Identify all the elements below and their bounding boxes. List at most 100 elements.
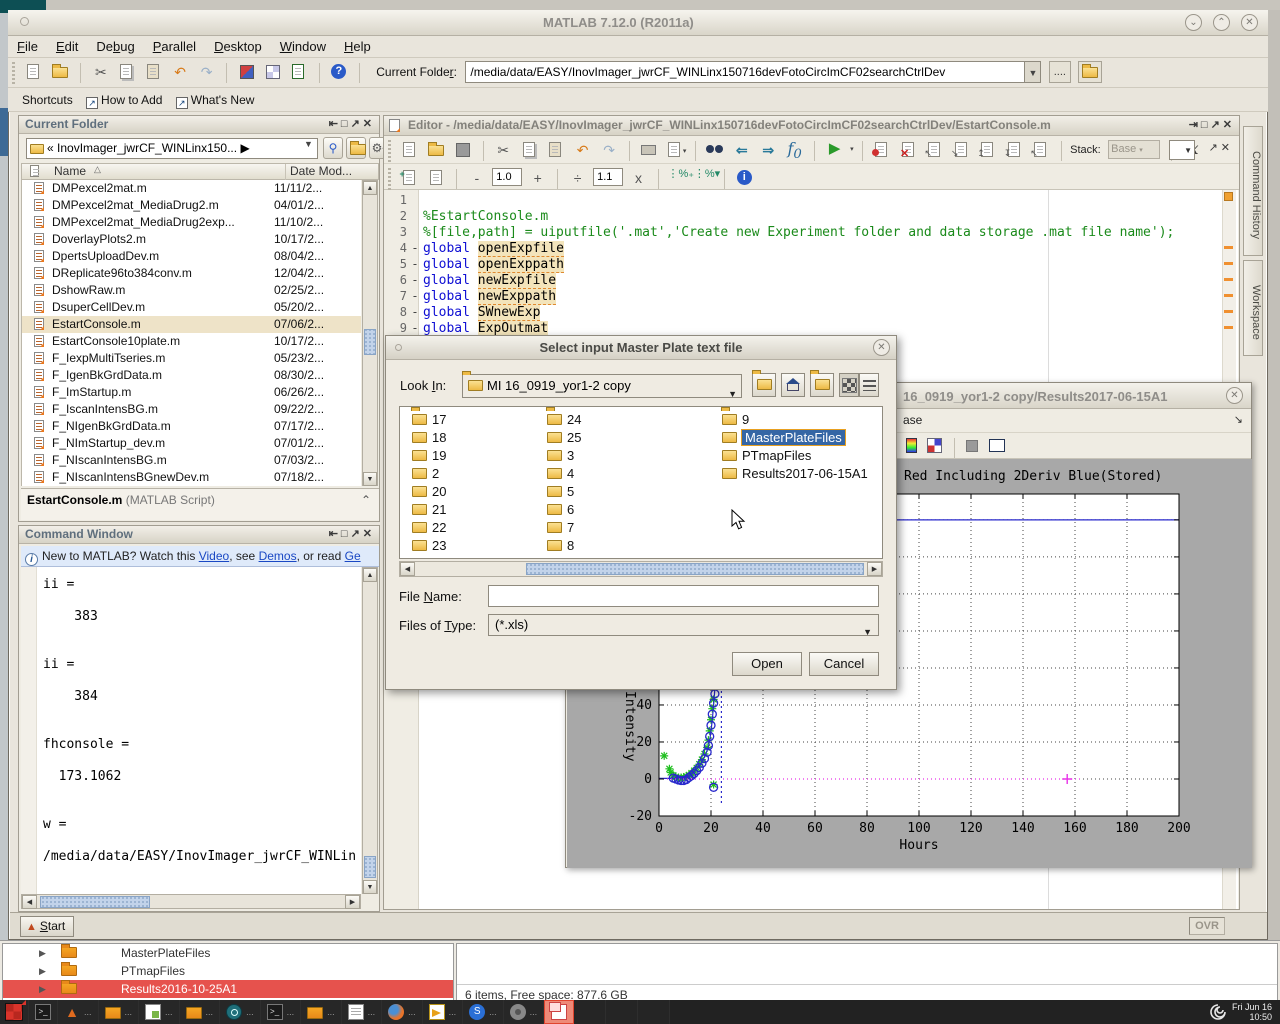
close-panel-icon[interactable]: ✕ bbox=[1223, 119, 1235, 131]
help-button[interactable]: ? bbox=[328, 61, 350, 83]
paste-button[interactable] bbox=[143, 61, 165, 83]
home-button[interactable] bbox=[781, 373, 805, 397]
code-line[interactable]: 9-global ExpOutmat bbox=[385, 320, 1238, 336]
close-panel-icon[interactable]: ✕ bbox=[363, 528, 375, 540]
code-line[interactable]: 6-global newExpfile bbox=[385, 272, 1238, 288]
taskbar-item-firefox[interactable]: ... bbox=[382, 1000, 423, 1024]
name-column-header[interactable]: Name bbox=[54, 164, 86, 178]
getting-started-link[interactable]: Ge bbox=[345, 549, 361, 563]
folder-item[interactable]: 3 bbox=[547, 447, 581, 465]
dialog-titlebar[interactable]: Select input Master Plate text file ✕ bbox=[386, 336, 896, 360]
close-button[interactable]: ✕ bbox=[1226, 387, 1243, 404]
code-line[interactable]: 7-global newExppath bbox=[385, 288, 1238, 304]
up-one-level-button[interactable] bbox=[752, 373, 776, 397]
scroll-left-arrow[interactable]: ◀ bbox=[22, 895, 37, 909]
folder-list-hscrollbar[interactable]: ◀ ▶ bbox=[399, 561, 883, 577]
folder-item[interactable]: 9 bbox=[722, 411, 868, 429]
cut-button[interactable]: ✂ bbox=[492, 139, 514, 161]
new-file-button[interactable] bbox=[399, 139, 421, 161]
folder-item[interactable]: 17 bbox=[412, 411, 446, 429]
folder-item[interactable]: 18 bbox=[412, 429, 446, 447]
undo-button[interactable]: ↶ bbox=[169, 61, 191, 83]
code-line[interactable]: 3 %[file,path] = uiputfile('.mat','Creat… bbox=[385, 224, 1238, 240]
folder-item[interactable]: 19 bbox=[412, 447, 446, 465]
dropdown-arrow[interactable]: ▼ bbox=[863, 622, 872, 642]
file-row[interactable]: F_IexpMultiTseries.m05/23/2... bbox=[22, 350, 361, 367]
command-window-titlebar[interactable]: Command Window ⇤□↗✕ bbox=[19, 526, 379, 544]
percent-remove-button[interactable]: ⋮%▾ bbox=[694, 167, 716, 189]
taskbar-item-sphere[interactable]: S... bbox=[463, 1000, 504, 1024]
open-file-button[interactable] bbox=[426, 139, 448, 161]
function-browser-button[interactable]: f0 bbox=[784, 139, 806, 161]
folder-item[interactable]: PTmapFiles bbox=[722, 447, 868, 465]
copy-button[interactable] bbox=[116, 61, 138, 83]
go-back-button[interactable]: ⇐ bbox=[731, 139, 753, 161]
folder-up-button[interactable] bbox=[1078, 61, 1102, 83]
guide-button[interactable] bbox=[262, 61, 284, 83]
tab-command-history[interactable]: Command History bbox=[1243, 126, 1263, 256]
profiler-button[interactable] bbox=[288, 61, 310, 83]
menu-file[interactable]: File bbox=[17, 39, 38, 54]
go-forward-button[interactable]: ⇒ bbox=[757, 139, 779, 161]
file-detail-bar[interactable]: EstartConsole.m (MATLAB Script) ⌃ bbox=[21, 488, 379, 520]
menu-parallel[interactable]: Parallel bbox=[153, 39, 196, 54]
file-row[interactable]: F_ImStartup.m06/26/2... bbox=[22, 384, 361, 401]
redo-button[interactable]: ↷ bbox=[196, 61, 218, 83]
colormap-icon[interactable] bbox=[906, 438, 917, 453]
font-scale-input[interactable]: 1.0 bbox=[492, 168, 522, 186]
taskbar-item-folder[interactable]: ... bbox=[180, 1000, 221, 1024]
print-button[interactable] bbox=[638, 139, 660, 161]
scrollbar-thumb[interactable] bbox=[40, 896, 150, 908]
dock-icon[interactable]: ⇤ bbox=[329, 118, 341, 130]
new-file-button[interactable] bbox=[23, 61, 45, 83]
code-line[interactable]: 4-global openExpfile bbox=[385, 240, 1238, 256]
how-to-add-link[interactable]: How to Add bbox=[101, 93, 162, 107]
taskbar-item-folder[interactable]: ... bbox=[301, 1000, 342, 1024]
cancel-button[interactable]: Cancel bbox=[809, 652, 879, 676]
code-line[interactable]: 5-global openExppath bbox=[385, 256, 1238, 272]
close-panel-icon[interactable]: ✕ bbox=[363, 118, 375, 130]
file-row[interactable]: F_IscanIntensBG.m09/22/2... bbox=[22, 401, 361, 418]
paste-button[interactable] bbox=[545, 139, 567, 161]
up-one-level-button[interactable] bbox=[346, 137, 366, 159]
close-button[interactable]: ✕ bbox=[1241, 14, 1258, 31]
file-row[interactable]: EstartConsole10plate.m10/17/2... bbox=[22, 333, 361, 350]
scroll-up-arrow[interactable]: ▲ bbox=[363, 568, 377, 582]
folder-item[interactable]: 25 bbox=[547, 429, 581, 447]
minimize-button[interactable]: ⌄ bbox=[1185, 14, 1202, 31]
folder-item[interactable]: 4 bbox=[547, 465, 581, 483]
folder-item[interactable]: MasterPlateFiles bbox=[722, 429, 868, 447]
file-row[interactable]: DMPexcel2mat_MediaDrug2.m04/01/2... bbox=[22, 197, 361, 214]
set-breakpoint-button[interactable] bbox=[871, 139, 893, 161]
percent-add-button[interactable]: ⋮%₊ bbox=[667, 167, 689, 189]
maximize-panel-icon[interactable]: □ bbox=[341, 528, 351, 540]
undock-icon[interactable]: ↗ bbox=[1209, 142, 1221, 154]
collapse-detail-icon[interactable]: ⌃ bbox=[361, 493, 371, 507]
taskbar-item-impress[interactable]: ... bbox=[423, 1000, 464, 1024]
redo-button[interactable]: ↷ bbox=[598, 139, 620, 161]
divide-button[interactable]: ÷ bbox=[567, 167, 589, 189]
tree-row[interactable]: ▶Results2016-10-25A1 bbox=[3, 980, 453, 998]
close-button[interactable]: ✕ bbox=[873, 339, 890, 356]
open-button[interactable]: Open bbox=[732, 652, 802, 676]
file-row[interactable]: DMPexcel2mat.m11/11/2... bbox=[22, 180, 361, 197]
path-dropdown-arrow[interactable]: ▼ bbox=[1025, 61, 1041, 83]
code-line[interactable]: 8-global SWnewExp bbox=[385, 304, 1238, 320]
taskbar-empty-slot[interactable] bbox=[574, 1000, 606, 1024]
file-row[interactable]: F_NIscanIntensBGnewDev.m07/18/2... bbox=[22, 469, 361, 486]
info-button[interactable]: i bbox=[734, 167, 756, 189]
simulink-button[interactable] bbox=[236, 61, 258, 83]
color-swatch-icon[interactable] bbox=[966, 440, 978, 452]
expand-arrow-icon[interactable]: ▶ bbox=[39, 980, 46, 998]
figure-palette-icon[interactable] bbox=[989, 439, 1005, 452]
divide-value-input[interactable]: 1.1 bbox=[593, 168, 623, 186]
dropdown-arrow[interactable]: ▼ bbox=[728, 383, 737, 405]
command-window-hscrollbar[interactable]: ◀ ▶ bbox=[21, 894, 361, 909]
undock-icon[interactable]: ↗ bbox=[1211, 119, 1223, 131]
property-editor-icon[interactable] bbox=[927, 438, 942, 453]
scrollbar-thumb[interactable] bbox=[364, 856, 376, 878]
scroll-down-arrow[interactable]: ▼ bbox=[363, 880, 377, 894]
folder-item[interactable]: 6 bbox=[547, 501, 581, 519]
command-window-output[interactable]: ii = 383 ii = 384 fhconsole = 173.1062 w… bbox=[21, 567, 361, 894]
file-row[interactable]: F_IgenBkGrdData.m08/30/2... bbox=[22, 367, 361, 384]
